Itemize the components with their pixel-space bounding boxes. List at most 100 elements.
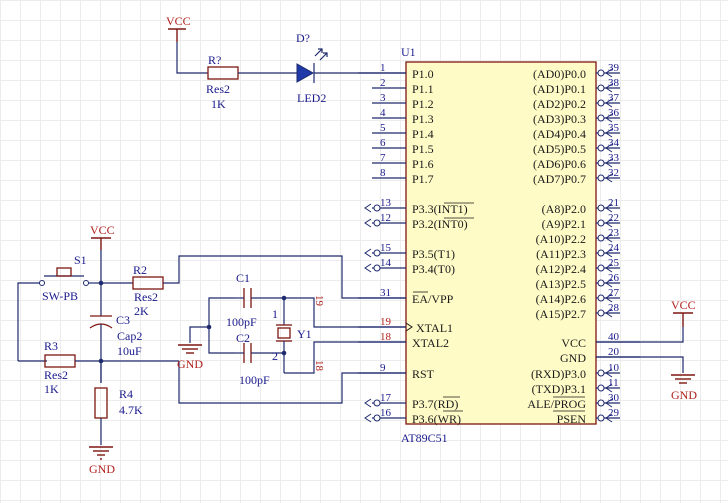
mcu-pin-name: (AD5)P0.5 bbox=[533, 142, 586, 156]
mcu-pin-number: 8 bbox=[380, 167, 386, 179]
svg-text:C3: C3 bbox=[116, 313, 130, 327]
wire-r2-ea bbox=[163, 255, 406, 299]
mcu-designator: U1 bbox=[401, 45, 416, 59]
wire-vcc-rled bbox=[176, 42, 208, 74]
mcu-pin-name: (TXD)P3.1 bbox=[532, 382, 586, 396]
gnd-bottom[interactable]: GND bbox=[89, 446, 115, 476]
svg-text:10uF: 10uF bbox=[117, 344, 142, 358]
mcu-pin-number: 34 bbox=[608, 137, 620, 149]
mcu-pin-number: 3 bbox=[380, 92, 386, 104]
mcu-pin-number: 36 bbox=[608, 107, 620, 119]
mcu-pin-number: 35 bbox=[608, 122, 620, 134]
mcu-pin-name: P1.1 bbox=[412, 82, 434, 96]
mcu-pin-number: 11 bbox=[608, 377, 619, 389]
mcu-pin-name: P3.4(T0) bbox=[412, 262, 455, 276]
mcu-pin-number: 6 bbox=[380, 137, 386, 149]
mcu-pin-name: (A14)P2.6 bbox=[536, 292, 586, 306]
led-d[interactable]: D? LED2 bbox=[296, 31, 328, 105]
svg-text:2: 2 bbox=[272, 349, 278, 363]
mcu-pin-number: 29 bbox=[608, 407, 620, 419]
mcu-pin-name: P1.3 bbox=[412, 112, 434, 126]
mcu-pin-number: 30 bbox=[608, 392, 620, 404]
mcu-pin-name: (A13)P2.5 bbox=[536, 277, 586, 291]
mcu-pin-name: P1.4 bbox=[412, 127, 434, 141]
schematic-canvas[interactable]: { "mcu": { "designator": "U1", "part": "… bbox=[0, 0, 728, 503]
svg-text:R2: R2 bbox=[133, 263, 147, 277]
gnd-left[interactable]: GND bbox=[177, 344, 203, 371]
svg-text:1K: 1K bbox=[211, 97, 226, 111]
resistor-r2[interactable]: R2 Res2 2K bbox=[132, 263, 164, 318]
xtal2-rot-label: 18 bbox=[313, 360, 325, 372]
svg-text:R3: R3 bbox=[44, 339, 58, 353]
svg-text:VCC: VCC bbox=[671, 298, 696, 312]
vcc-left-port[interactable]: VCC bbox=[90, 223, 115, 250]
mcu-pin-number: 27 bbox=[608, 287, 620, 299]
svg-text:D?: D? bbox=[296, 31, 310, 45]
mcu-right-pins: 39 (AD0)P0.0 38 (AD1)P0.1 37 (AD2)P0.2 36 (AD3)… bbox=[527, 62, 640, 426]
svg-text:2K: 2K bbox=[134, 304, 149, 318]
mcu-pin-name: (A15)P2.7 bbox=[536, 307, 586, 321]
mcu-pin-number: 14 bbox=[380, 257, 392, 269]
mcu-pin-number: 26 bbox=[608, 272, 620, 284]
mcu-pin-name: P1.6 bbox=[412, 157, 434, 171]
mcu-pin-name: P3.5(T1) bbox=[412, 247, 455, 261]
mcu-pin-name: (AD2)P0.2 bbox=[533, 97, 586, 111]
crystal-y1[interactable]: 1 2 Y1 bbox=[272, 298, 312, 373]
mcu-pin-number: 28 bbox=[608, 302, 620, 314]
mcu-pin-name: (A9)P2.1 bbox=[542, 217, 586, 231]
svg-text:1K: 1K bbox=[44, 382, 59, 396]
vcc-top-port[interactable]: VCC bbox=[166, 14, 191, 42]
mcu-pin-name: XTAL1 bbox=[416, 321, 453, 335]
svg-text:100pF: 100pF bbox=[239, 373, 270, 387]
mcu-pin-number: 5 bbox=[380, 122, 386, 134]
svg-text:R4: R4 bbox=[119, 387, 133, 401]
svg-text:100pF: 100pF bbox=[226, 315, 257, 329]
mcu-pin-number: 40 bbox=[608, 331, 620, 343]
mcu-pin-name: (A8)P2.0 bbox=[542, 202, 586, 216]
mcu-pin-name: (AD3)P0.3 bbox=[533, 112, 586, 126]
mcu-pin-name: P3.6(WR) bbox=[412, 412, 461, 426]
mcu-pin-name: P3.7(RD) bbox=[412, 397, 458, 411]
mcu-pin-name: (A11)P2.3 bbox=[536, 247, 586, 261]
svg-text:Res2: Res2 bbox=[206, 82, 230, 96]
xtal1-rot-label: 19 bbox=[313, 295, 325, 307]
svg-text:GND: GND bbox=[177, 357, 203, 371]
svg-text:C1: C1 bbox=[236, 271, 250, 285]
svg-text:1: 1 bbox=[272, 307, 278, 321]
wire-cap-gnd bbox=[189, 326, 209, 343]
mcu-pin-name: (AD7)P0.7 bbox=[533, 172, 586, 186]
mcu-pin-number: 17 bbox=[380, 392, 392, 404]
mcu-pin-number: 10 bbox=[608, 362, 620, 374]
mcu-pin-name: (AD6)P0.6 bbox=[533, 157, 586, 171]
mcu-pin-name: ALE/PROG bbox=[527, 397, 586, 411]
mcu-pin-name: P1.2 bbox=[412, 97, 434, 111]
resistor-r4[interactable]: R4 4.7K bbox=[94, 387, 143, 419]
mcu-pin-name: VCC bbox=[561, 336, 586, 350]
mcu-pin-name: (RXD)P3.0 bbox=[531, 367, 586, 381]
mcu-pin-name: XTAL2 bbox=[412, 336, 449, 350]
mcu-pin-number: 19 bbox=[380, 316, 392, 328]
mcu-pin-number: 15 bbox=[380, 242, 392, 254]
vcc-right-port[interactable]: VCC bbox=[671, 298, 696, 327]
mcu-pin-number: 38 bbox=[608, 77, 620, 89]
wire-c2-left bbox=[208, 327, 235, 354]
resistor-r3[interactable]: R3 Res2 1K bbox=[44, 339, 76, 396]
mcu-pin-number: 9 bbox=[380, 362, 386, 374]
svg-text:GND: GND bbox=[671, 388, 697, 402]
mcu-pin-number: 2 bbox=[380, 77, 386, 89]
svg-text:4.7K: 4.7K bbox=[119, 403, 143, 417]
mcu-pin-name: RST bbox=[412, 367, 435, 381]
mcu-pin-name: P1.5 bbox=[412, 142, 434, 156]
svg-text:S1: S1 bbox=[74, 253, 87, 267]
mcu-pin-name: (A10)P2.2 bbox=[536, 232, 586, 246]
mcu-pin-name: (AD0)P0.0 bbox=[533, 67, 586, 81]
switch-s1[interactable]: S1 SW-PB bbox=[17, 253, 101, 361]
mcu-pin-name: P1.0 bbox=[412, 67, 434, 81]
mcu-pin-number: 31 bbox=[380, 287, 391, 299]
mcu-pin-number: 4 bbox=[380, 107, 386, 119]
svg-text:VCC: VCC bbox=[166, 14, 191, 28]
gnd-right[interactable]: GND bbox=[671, 374, 697, 402]
resistor-rled[interactable]: R? Res2 1K bbox=[206, 53, 239, 111]
svg-text:Res2: Res2 bbox=[44, 368, 68, 382]
svg-text:Y1: Y1 bbox=[297, 327, 312, 341]
